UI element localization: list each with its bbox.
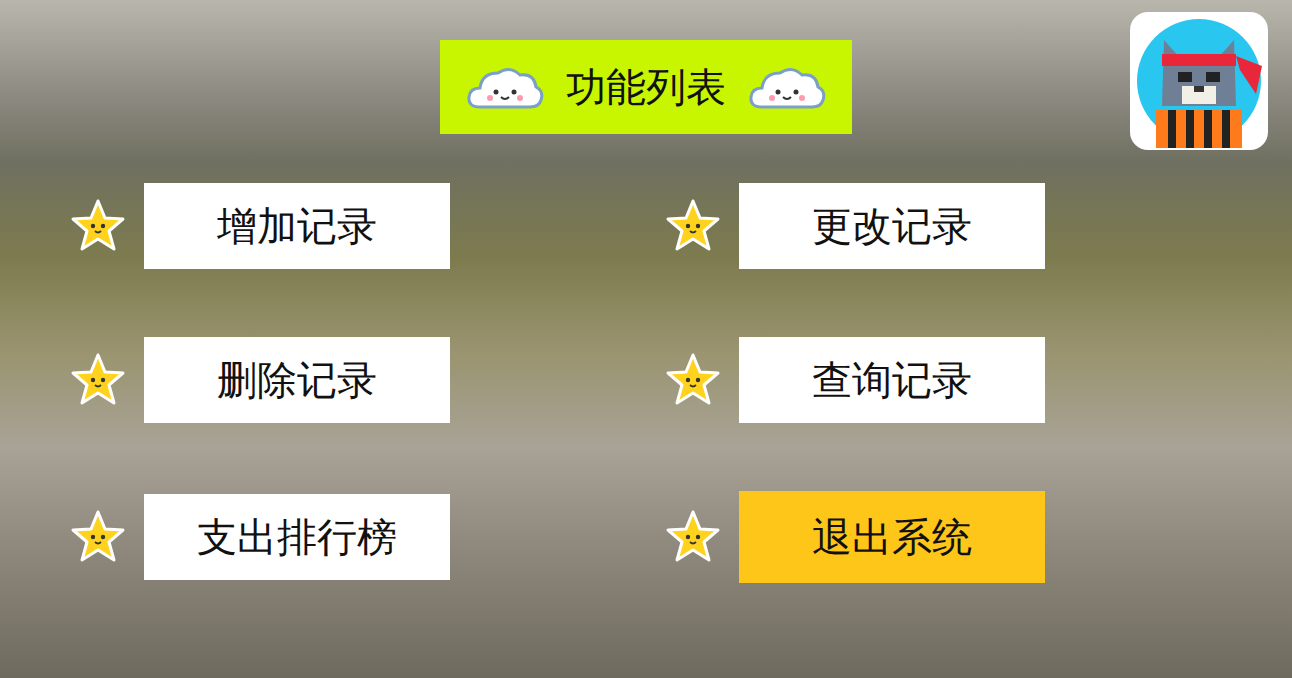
menu-item: 查询记录 — [665, 337, 1045, 423]
ninja-cat-icon — [1128, 10, 1270, 152]
cloud-icon — [748, 61, 826, 113]
star-icon — [665, 509, 721, 565]
menu-item: 增加记录 — [70, 183, 450, 269]
menu-button[interactable]: 退出系统 — [739, 491, 1045, 583]
star-icon — [70, 352, 126, 408]
menu-item: 删除记录 — [70, 337, 450, 423]
menu-item: 更改记录 — [665, 183, 1045, 269]
menu-item: 退出系统 — [665, 491, 1045, 583]
star-icon — [70, 198, 126, 254]
menu-grid: 增加记录 更改记录删除记录 查询记录支出排行榜 退出系统 — [0, 183, 1292, 583]
star-icon — [70, 509, 126, 565]
menu-button[interactable]: 查询记录 — [739, 337, 1045, 423]
cloud-icon — [466, 61, 544, 113]
menu-button[interactable]: 支出排行榜 — [144, 494, 450, 580]
menu-button[interactable]: 删除记录 — [144, 337, 450, 423]
star-icon — [665, 198, 721, 254]
menu-button[interactable]: 更改记录 — [739, 183, 1045, 269]
title-text: 功能列表 — [566, 57, 726, 117]
star-icon — [665, 352, 721, 408]
title-banner: 功能列表 — [440, 40, 852, 134]
menu-button[interactable]: 增加记录 — [144, 183, 450, 269]
menu-item: 支出排行榜 — [70, 491, 450, 583]
mountain-photo-background: 功能列表 增加记录 更改记录删除记录 查询记录支出排行榜 退出系统 — [0, 0, 1292, 678]
